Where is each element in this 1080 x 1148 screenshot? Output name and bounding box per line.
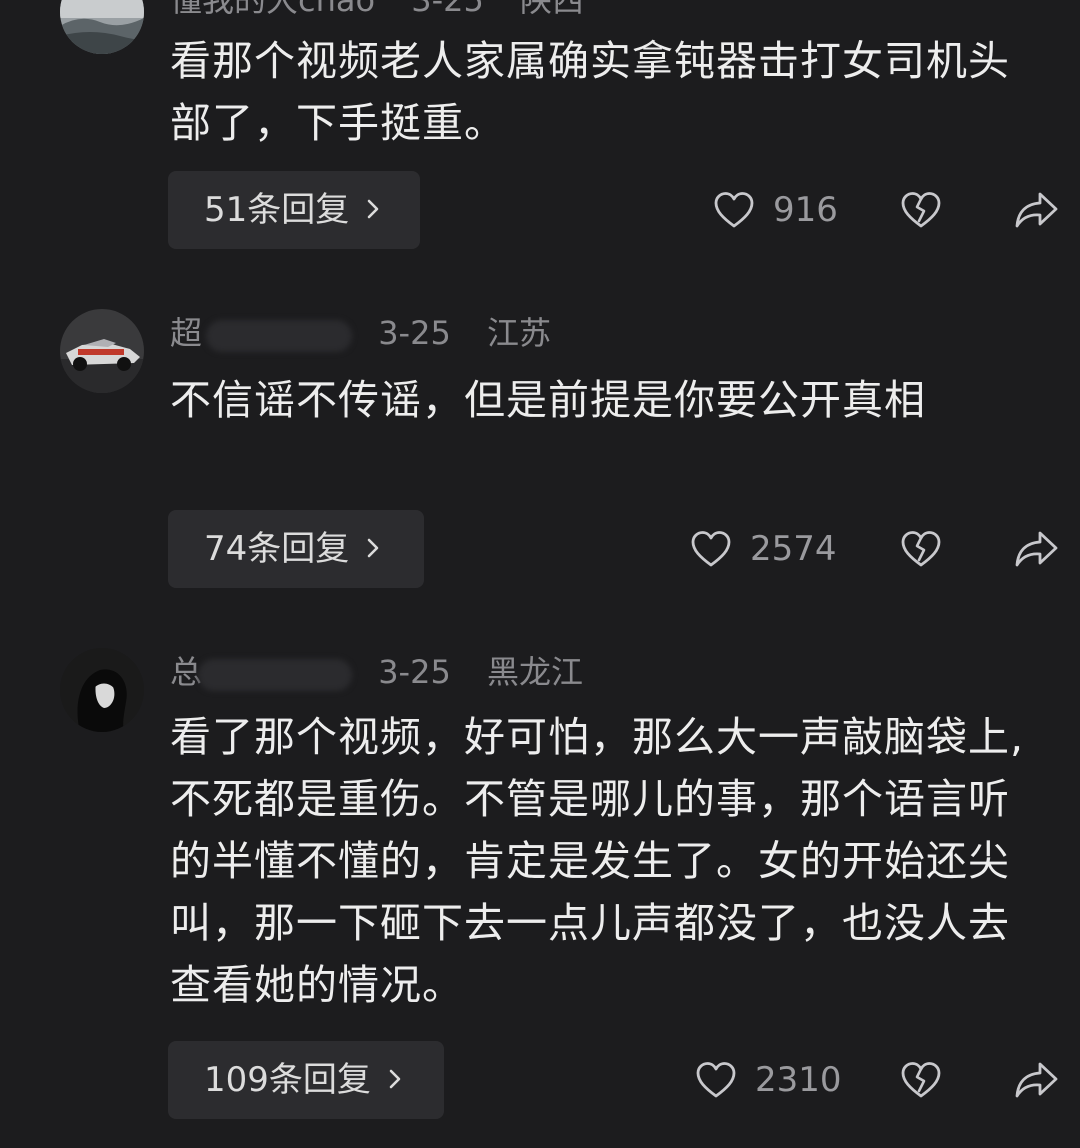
share-arrow-icon[interactable] [1013, 528, 1059, 570]
comment-text: 看那个视频老人家属确实拿钝器击打女司机头部了，下手挺重。 [170, 37, 1010, 147]
chevron-right-icon [367, 538, 379, 557]
comment-region: 江苏 [486, 314, 551, 352]
like-count: 916 [773, 190, 838, 230]
author-name[interactable]: 懂我的大chao [170, 0, 375, 19]
comment-meta: 总 3-25 黑龙江 [170, 650, 583, 694]
broken-heart-icon[interactable] [900, 1060, 942, 1100]
like-count: 2310 [755, 1060, 842, 1100]
like-count: 2574 [750, 529, 837, 569]
replies-label: 109条回复 [204, 1060, 371, 1100]
like-button[interactable]: 2310 [695, 1041, 842, 1119]
landscape-avatar-icon [60, 0, 144, 54]
comment-actions: 916 [560, 171, 1080, 249]
name-redaction [206, 320, 352, 352]
comment-actions: 2574 [560, 510, 1080, 588]
replies-label: 51条回复 [204, 190, 350, 230]
race-car-avatar-icon [60, 309, 144, 393]
avatar[interactable] [60, 0, 144, 54]
comment-text: 看了那个视频，好可怕，那么大一声敲脑袋上,不死都是重伤。不管是哪儿的事，那个语言… [170, 713, 1025, 1009]
broken-heart-icon[interactable] [900, 529, 942, 569]
comment-region: 黑龙江 [486, 653, 583, 691]
broken-heart-icon[interactable] [900, 190, 942, 230]
comment-region: 陕西 [520, 0, 585, 19]
comment-text: 不信谣不传谣，但是前提是你要公开真相 [170, 376, 926, 424]
view-replies-button[interactable]: 74条回复 [168, 510, 424, 588]
like-button[interactable]: 916 [713, 171, 838, 249]
heart-outline-icon [691, 531, 731, 567]
avatar[interactable] [60, 309, 144, 393]
share-arrow-icon[interactable] [1013, 1059, 1059, 1101]
author-name-text: 超 [170, 314, 203, 352]
comment-meta: 懂我的大chao 3-25 陕西 [170, 0, 584, 22]
comment-actions: 2310 [560, 1041, 1080, 1119]
heart-outline-icon [714, 192, 754, 228]
replies-label: 74条回复 [204, 529, 350, 569]
avatar[interactable] [60, 648, 144, 732]
author-name[interactable]: 超 [170, 314, 352, 352]
author-name[interactable]: 总 [170, 653, 352, 691]
dark-hair-avatar-icon [60, 648, 144, 732]
comment-meta: 超 3-25 江苏 [170, 311, 551, 355]
view-replies-button[interactable]: 51条回复 [168, 171, 420, 249]
comment-date: 3-25 [378, 314, 451, 352]
comment-date: 3-25 [378, 653, 451, 691]
chevron-right-icon [389, 1069, 401, 1088]
chevron-right-icon [367, 199, 379, 218]
view-replies-button[interactable]: 109条回复 [168, 1041, 444, 1119]
name-redaction [198, 659, 352, 691]
like-button[interactable]: 2574 [690, 510, 837, 588]
comment-date: 3-25 [411, 0, 484, 19]
share-arrow-icon[interactable] [1013, 189, 1059, 231]
heart-outline-icon [696, 1062, 736, 1098]
